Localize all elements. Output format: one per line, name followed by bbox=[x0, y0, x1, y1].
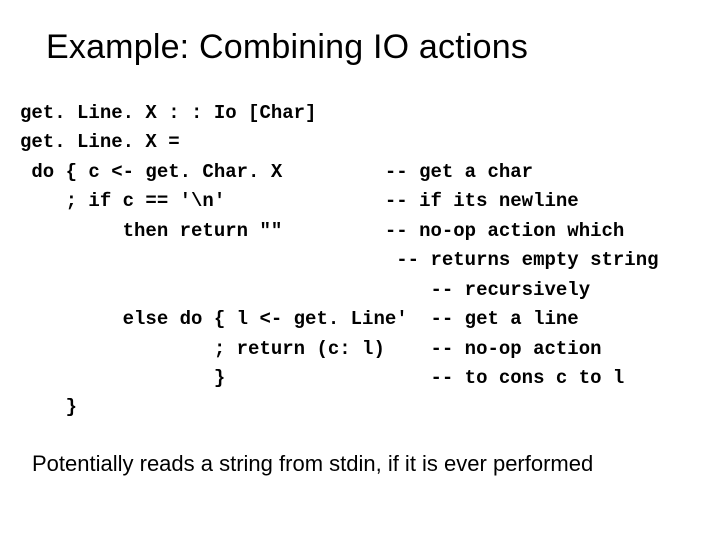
slide-title: Example: Combining IO actions bbox=[46, 28, 680, 67]
slide-footer: Potentially reads a string from stdin, i… bbox=[32, 451, 680, 477]
slide: Example: Combining IO actions get. Line.… bbox=[0, 0, 720, 540]
code-block: get. Line. X : : Io [Char] get. Line. X … bbox=[20, 99, 680, 423]
